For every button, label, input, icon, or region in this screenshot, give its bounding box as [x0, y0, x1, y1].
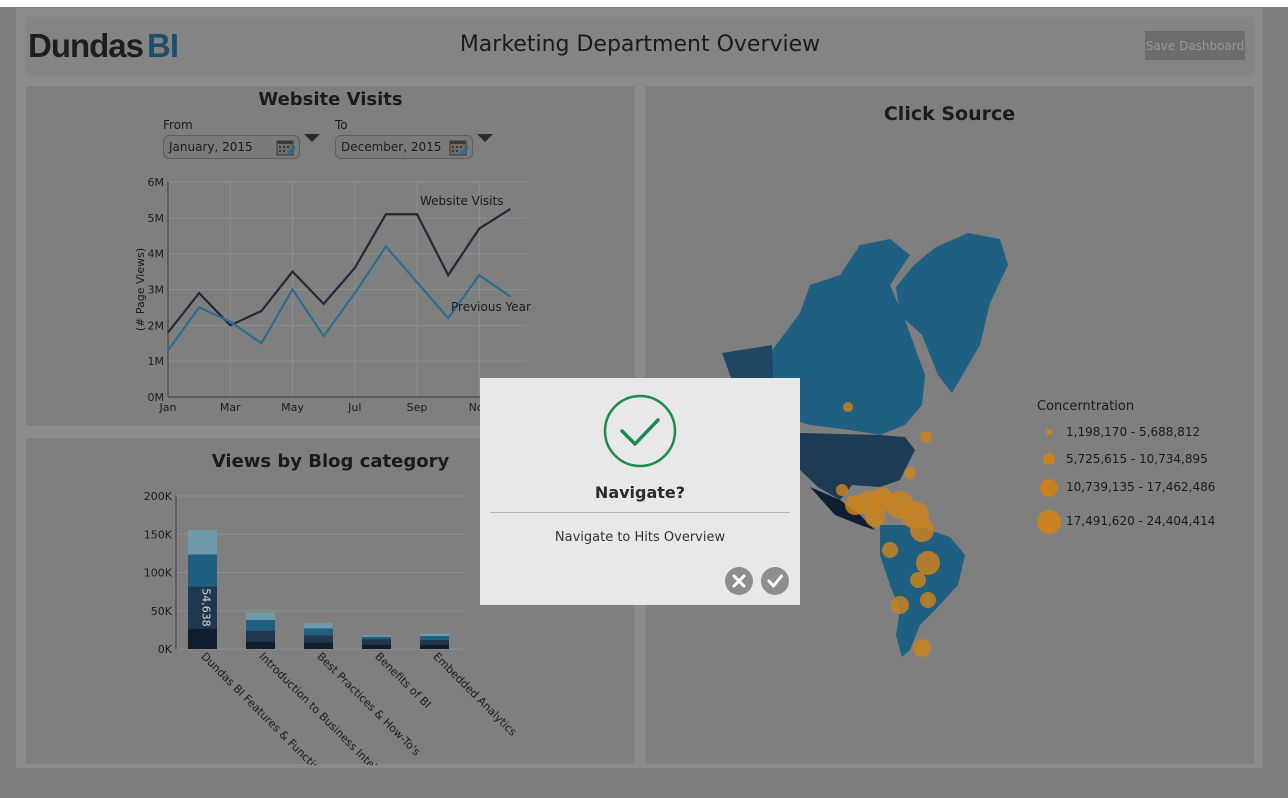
map-legend-item: 17,491,620 - 24,404,414	[1066, 514, 1216, 528]
confirm-button[interactable]	[761, 567, 789, 595]
to-label: To	[335, 118, 348, 132]
cancel-button[interactable]	[725, 567, 753, 595]
y-tick-label: 100K	[144, 567, 173, 580]
y-tick-label: 150K	[144, 528, 173, 541]
map-bubble	[913, 639, 931, 657]
bar-segment	[246, 619, 275, 631]
map-bubble	[920, 592, 936, 608]
from-label: From	[163, 118, 193, 132]
website-visits-title: Website Visits	[258, 89, 403, 110]
map-legend-bubbles	[1037, 429, 1061, 534]
bar-segment	[188, 628, 217, 649]
bar-segment	[362, 639, 391, 645]
legend-bubble-4	[1037, 510, 1061, 534]
y-tick-label: 2M	[148, 319, 165, 332]
bar-segment	[420, 644, 449, 649]
x-tick-label: Mar	[220, 401, 241, 414]
x-tick-label: Jul	[347, 401, 361, 414]
y-axis-label: (# Page Views)	[134, 248, 147, 331]
series-label-website-visits: Website Visits	[420, 194, 504, 208]
y-tick-label: 5M	[148, 212, 165, 225]
series-label-previous-year: Previous Year	[451, 300, 531, 314]
bar-segment	[304, 622, 333, 629]
map-bubble	[904, 467, 916, 479]
x-tick-label: Sep	[407, 401, 428, 414]
y-tick-label: 3M	[148, 284, 165, 297]
map-bubble	[920, 431, 932, 443]
map-bubble	[910, 572, 926, 588]
logo-main-text: Dundas	[28, 27, 144, 64]
bar-segment	[188, 554, 217, 587]
check-icon	[767, 574, 783, 588]
bar-segment	[420, 635, 449, 640]
bar-segment	[362, 644, 391, 649]
to-date-value: December, 2015	[341, 140, 442, 154]
dundas-bi-logo: Dundas BI	[28, 27, 179, 65]
bar-segment	[420, 633, 449, 636]
bar-segment	[362, 636, 391, 640]
legend-bubble-1	[1046, 429, 1052, 435]
legend-bubble-3	[1040, 479, 1058, 497]
map-legend-title: Concerntration	[1037, 399, 1135, 414]
bar-segment	[304, 642, 333, 649]
to-date-field[interactable]: December, 2015	[335, 135, 473, 159]
map-bubble	[836, 484, 848, 496]
from-date-field[interactable]: January, 2015	[163, 135, 300, 159]
map-bubble	[910, 518, 934, 542]
bar-segment	[246, 641, 275, 649]
x-tick-label: Embedded Analytics	[430, 650, 519, 739]
calendar-icon[interactable]	[276, 139, 296, 156]
x-tick-label: Jan	[159, 401, 177, 414]
legend-bubble-2	[1043, 453, 1055, 465]
map-region-usa	[800, 433, 915, 500]
dialog-divider	[490, 512, 790, 513]
bar-segment	[362, 635, 391, 637]
map-legend-item: 1,198,170 - 5,688,812	[1066, 425, 1201, 439]
dialog-heading: Navigate?	[594, 483, 686, 502]
x-tick-label: Best Practices & How-To's	[314, 650, 423, 759]
bar-segment	[304, 628, 333, 636]
bar-segment	[420, 639, 449, 645]
map-bubble	[891, 596, 909, 614]
x-tick-label: Benefits of BI	[372, 650, 433, 711]
series-line-previous-year	[167, 244, 512, 352]
close-icon	[732, 574, 746, 588]
bar-segment	[246, 612, 275, 620]
y-tick-label: 1M	[148, 355, 165, 368]
map-bubble	[843, 402, 853, 412]
map-bubble	[916, 551, 940, 575]
map-bubble	[865, 507, 885, 527]
bar-segment	[304, 635, 333, 643]
bar-segment	[188, 529, 217, 555]
map-legend-item: 5,725,615 - 10,734,895	[1066, 452, 1208, 466]
dialog-message: Navigate to Hits Overview	[554, 530, 726, 545]
bar-data-label: 54,638	[200, 588, 213, 627]
map-legend-item: 10,739,135 - 17,462,486	[1066, 480, 1216, 494]
y-tick-label: 0K	[158, 643, 173, 656]
to-dropdown-icon[interactable]	[477, 134, 493, 142]
save-dashboard-button[interactable]: Save Dashboard	[1145, 31, 1245, 60]
success-check-icon	[603, 394, 677, 468]
y-tick-label: 200K	[144, 490, 173, 503]
calendar-icon[interactable]	[449, 139, 469, 156]
from-date-value: January, 2015	[169, 140, 253, 154]
logo-bi-text: BI	[147, 27, 179, 64]
y-tick-label: 4M	[148, 248, 165, 261]
click-source-title: Click Source	[883, 103, 1016, 125]
map-bubble	[882, 542, 898, 558]
page-title: Marketing Department Overview	[459, 32, 821, 57]
y-tick-label: 6M	[148, 176, 165, 189]
y-tick-label: 50K	[151, 605, 173, 618]
bar-segment	[246, 630, 275, 642]
x-tick-label: May	[281, 401, 304, 414]
from-dropdown-icon[interactable]	[304, 134, 320, 142]
